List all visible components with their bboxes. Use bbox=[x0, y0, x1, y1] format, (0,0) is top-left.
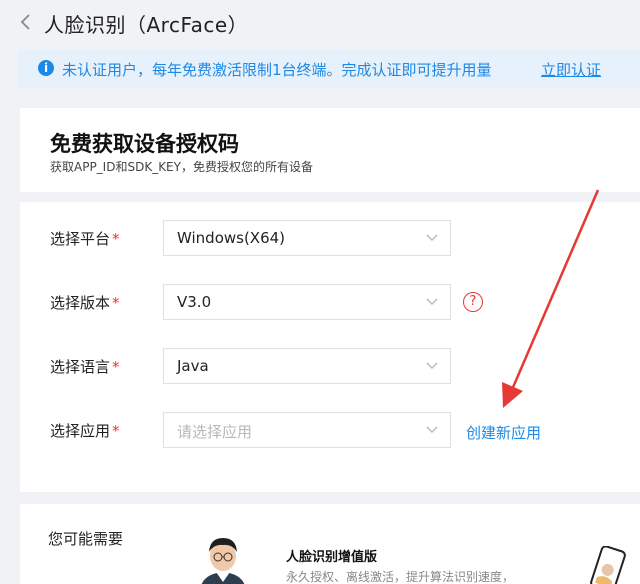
app-label-text: 选择应用 bbox=[50, 422, 111, 440]
app-select-placeholder: 请选择应用 bbox=[177, 423, 253, 441]
chevron-down-icon bbox=[426, 362, 438, 369]
phone-face-scan-icon bbox=[590, 546, 626, 584]
verification-notice: i 未认证用户，每年免费激活限制1台终端。完成认证即可提升用量 立即认证 bbox=[18, 50, 640, 88]
authorize-form-card: 选择平台 * Windows(X64) 选择版本 * V3.0 ? 选择语言 * Ja… bbox=[20, 202, 640, 492]
platform-select-value: Windows(X64) bbox=[177, 229, 286, 247]
person-avatar-icon bbox=[201, 538, 245, 584]
product-description: 永久授权、离线激活，提升算法识别速度， bbox=[286, 570, 515, 584]
version-label-text: 选择版本 bbox=[50, 294, 111, 312]
app-select[interactable]: 请选择应用 bbox=[163, 412, 451, 448]
language-select[interactable]: Java bbox=[163, 348, 451, 384]
authorize-subtitle: 获取APP_ID和SDK_KEY，免费授权您的所有设备 bbox=[50, 160, 313, 174]
chevron-down-icon bbox=[426, 298, 438, 305]
chevron-down-icon bbox=[426, 234, 438, 241]
question-help-icon[interactable]: ? bbox=[463, 292, 483, 312]
platform-select[interactable]: Windows(X64) bbox=[163, 220, 451, 256]
language-label-text: 选择语言 bbox=[50, 358, 111, 376]
verify-now-link[interactable]: 立即认证 bbox=[541, 59, 601, 80]
chevron-down-icon bbox=[426, 426, 438, 433]
required-mark: * bbox=[112, 294, 120, 312]
product-name[interactable]: 人脸识别增值版 bbox=[286, 546, 377, 565]
authorize-header-card: 免费获取设备授权码 获取APP_ID和SDK_KEY，免费授权您的所有设备 bbox=[20, 108, 640, 192]
required-mark: * bbox=[112, 230, 120, 248]
platform-label: 选择平台 * bbox=[50, 228, 120, 249]
platform-label-text: 选择平台 bbox=[50, 230, 111, 248]
version-select[interactable]: V3.0 bbox=[163, 284, 451, 320]
recommendation-card: 您可能需要 人脸识别增值版 永久授权、离线激活，提升算法识别速度， bbox=[20, 504, 640, 584]
language-select-value: Java bbox=[177, 357, 209, 375]
top-bar: 人脸识别（ArcFace） bbox=[0, 0, 640, 44]
language-label: 选择语言 * bbox=[50, 356, 120, 377]
page-title: 人脸识别（ArcFace） bbox=[44, 13, 249, 37]
required-mark: * bbox=[112, 358, 120, 376]
back-arrow-icon[interactable] bbox=[18, 12, 32, 32]
recommendation-title: 您可能需要 bbox=[48, 530, 124, 548]
version-label: 选择版本 * bbox=[50, 292, 120, 313]
authorize-title: 免费获取设备授权码 bbox=[50, 132, 239, 156]
create-new-app-link[interactable]: 创建新应用 bbox=[466, 422, 541, 443]
required-mark: * bbox=[112, 422, 120, 440]
version-select-value: V3.0 bbox=[177, 293, 212, 311]
app-label: 选择应用 * bbox=[50, 420, 120, 441]
notice-text: 未认证用户，每年免费激活限制1台终端。完成认证即可提升用量 bbox=[62, 61, 492, 79]
info-icon: i bbox=[38, 60, 54, 76]
